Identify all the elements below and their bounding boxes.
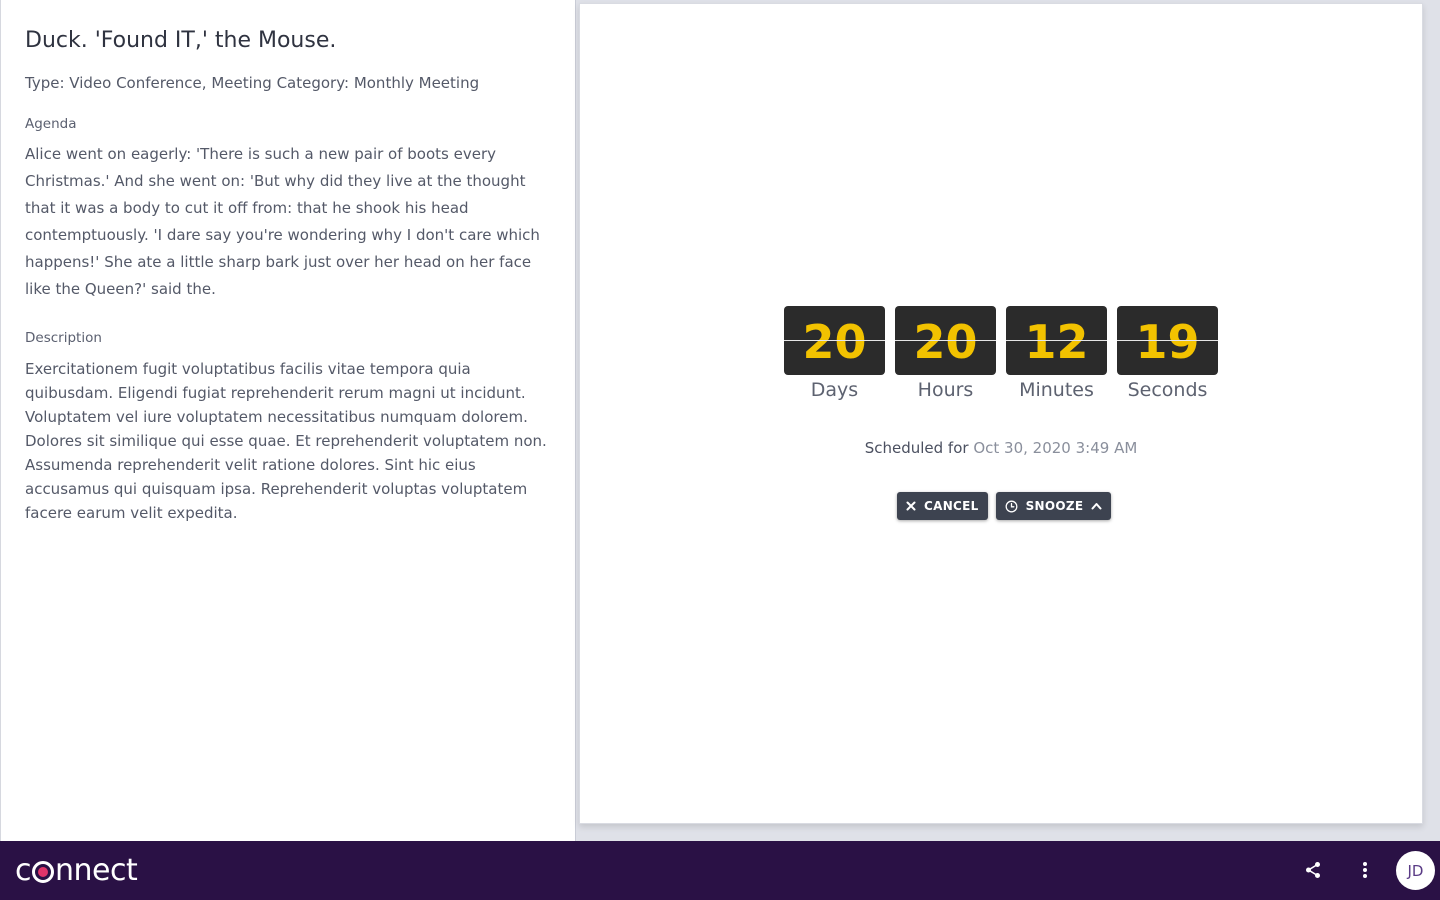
flip-tile: 20 xyxy=(784,306,885,375)
flip-tile: 12 xyxy=(1006,306,1107,375)
meeting-title: Duck. 'Found IT,' the Mouse. xyxy=(25,28,337,53)
agenda-label: Agenda xyxy=(25,116,77,132)
scheduled-value: Oct 30, 2020 3:49 AM xyxy=(973,439,1138,457)
flip-divider xyxy=(1117,340,1218,341)
agenda-text: Alice went on eagerly: 'There is such a … xyxy=(25,145,540,298)
days-value: 20 xyxy=(802,314,867,369)
close-icon xyxy=(906,501,916,511)
cancel-button[interactable]: CANCEL xyxy=(897,492,988,520)
scheduled-label: Scheduled for xyxy=(864,439,969,457)
logo-mark-icon xyxy=(32,861,54,883)
description-label: Description xyxy=(25,330,102,346)
hours-value: 20 xyxy=(913,314,978,369)
flip-divider xyxy=(784,340,885,341)
flip-tile: 20 xyxy=(895,306,996,375)
app-footer-bar: c nnect JD xyxy=(0,841,1440,900)
flip-tile: 19 xyxy=(1117,306,1218,375)
logo-text-rest: nnect xyxy=(55,852,138,888)
countdown-days: 20 Days xyxy=(784,306,885,402)
hours-label: Hours xyxy=(917,379,974,401)
user-avatar[interactable]: JD xyxy=(1396,851,1435,890)
connect-logo[interactable]: c nnect xyxy=(15,852,138,888)
clock-icon xyxy=(1005,500,1018,513)
reminder-actions: CANCEL SNOOZE xyxy=(897,492,1112,520)
countdown-minutes: 12 Minutes xyxy=(1006,306,1107,402)
snooze-button[interactable]: SNOOZE xyxy=(995,492,1112,520)
logo-text-c: c xyxy=(15,852,32,888)
flip-divider xyxy=(1006,340,1107,341)
countdown-panel: 20 Days 20 Hours 12 Minutes 19 Seconds S… xyxy=(579,3,1423,824)
chevron-up-icon xyxy=(1091,502,1102,510)
share-icon[interactable] xyxy=(1302,859,1324,881)
countdown-hours: 20 Hours xyxy=(895,306,996,402)
description-text: Exercitationem fugit voluptatibus facili… xyxy=(25,360,547,522)
minutes-value: 12 xyxy=(1024,314,1089,369)
days-label: Days xyxy=(810,379,859,401)
more-vertical-icon[interactable] xyxy=(1354,859,1376,881)
seconds-label: Seconds xyxy=(1127,379,1208,401)
countdown-seconds: 19 Seconds xyxy=(1117,306,1218,402)
seconds-value: 19 xyxy=(1135,314,1200,369)
countdown-timer: 20 Days 20 Hours 12 Minutes 19 Seconds xyxy=(784,306,1218,402)
meeting-details-panel: Duck. 'Found IT,' the Mouse. Type: Video… xyxy=(0,0,576,841)
cancel-label: CANCEL xyxy=(924,499,979,513)
snooze-label: SNOOZE xyxy=(1025,499,1084,513)
scheduled-time: Scheduled for Oct 30, 2020 3:49 AM xyxy=(580,438,1422,458)
minutes-label: Minutes xyxy=(1019,379,1094,401)
meeting-meta: Type: Video Conference, Meeting Category… xyxy=(25,74,480,92)
flip-divider xyxy=(895,340,996,341)
